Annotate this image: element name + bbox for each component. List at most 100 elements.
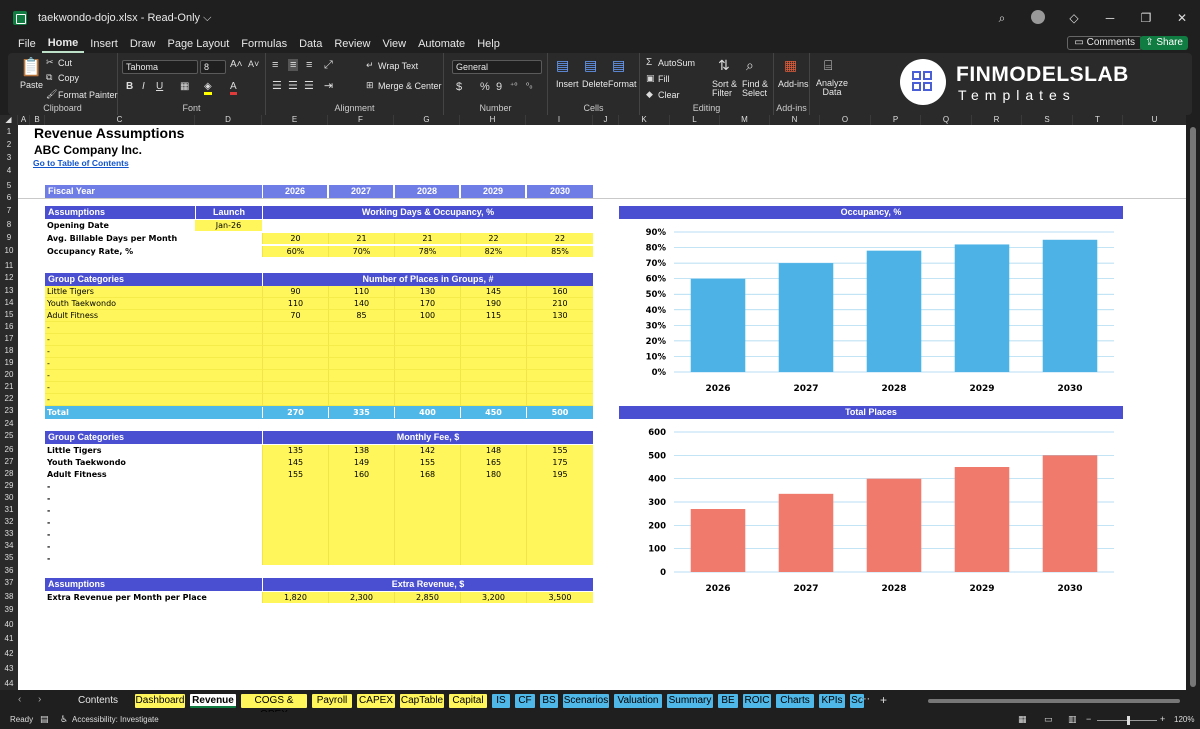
fee-cell[interactable]: 155	[394, 457, 460, 469]
fee-cell[interactable]	[394, 553, 460, 565]
find-select-button[interactable]: Find & Select	[742, 80, 772, 98]
fee-cell[interactable]: 160	[328, 469, 394, 481]
menu-page-layout[interactable]: Page Layout	[161, 36, 235, 52]
row-header[interactable]: 27	[0, 457, 18, 466]
fee-cell[interactable]	[394, 529, 460, 541]
indent-icon[interactable]: ⇥	[324, 79, 333, 92]
page-layout-view-icon[interactable]: ▭	[1044, 714, 1053, 725]
autosum-button[interactable]: AutoSum	[658, 58, 695, 68]
column-header[interactable]: S	[1022, 115, 1073, 125]
places-cell[interactable]: 100	[394, 310, 460, 322]
places-cell[interactable]	[328, 346, 394, 358]
sheet-tab-capital[interactable]: Capital	[449, 694, 487, 708]
places-cell[interactable]	[460, 358, 526, 370]
align-bottom-icon[interactable]: ≡	[306, 59, 312, 71]
fee-cell[interactable]: 180	[460, 469, 526, 481]
row-header[interactable]: 40	[0, 620, 18, 629]
places-cell[interactable]	[460, 346, 526, 358]
sheet-tab-kpis[interactable]: KPIs	[819, 694, 845, 708]
sheet-tab-revenue[interactable]: Revenue	[190, 694, 236, 708]
comma-icon[interactable]: 9	[496, 81, 502, 93]
places-cell[interactable]	[526, 322, 593, 334]
sheet-tab-roic[interactable]: ROIC	[743, 694, 771, 708]
analyze-data-button[interactable]: Analyze Data	[816, 79, 848, 97]
sheet-tab-dashboard[interactable]: Dashboard	[135, 694, 185, 708]
wrap-text-button[interactable]: Wrap Text	[378, 61, 418, 71]
fee-cell[interactable]	[526, 529, 593, 541]
extra-revenue-cell[interactable]: 1,820	[262, 592, 328, 603]
fee-cell[interactable]: 175	[526, 457, 593, 469]
addins-button[interactable]: Add-ins	[778, 79, 809, 89]
row-header[interactable]: 14	[0, 298, 18, 307]
places-cell[interactable]: 190	[460, 298, 526, 310]
places-cell[interactable]: 110	[328, 286, 394, 298]
row-header[interactable]: 41	[0, 634, 18, 643]
places-cell[interactable]	[328, 370, 394, 382]
font-size-select[interactable]: 8	[200, 60, 226, 74]
places-cell[interactable]	[394, 334, 460, 346]
column-header[interactable]: O	[820, 115, 871, 125]
zoom-slider-thumb[interactable]	[1127, 716, 1130, 725]
places-cell[interactable]: 160	[526, 286, 593, 298]
menu-help[interactable]: Help	[471, 36, 506, 52]
row-header[interactable]: 3	[0, 153, 18, 162]
fee-cell[interactable]: 148	[460, 445, 526, 457]
row-header[interactable]: 12	[0, 273, 18, 282]
row-header[interactable]: 30	[0, 493, 18, 502]
row-header[interactable]: 31	[0, 505, 18, 514]
column-header[interactable]: D	[195, 115, 262, 125]
column-header[interactable]: U	[1123, 115, 1186, 125]
column-header[interactable]: Q	[921, 115, 972, 125]
column-header[interactable]: E	[262, 115, 328, 125]
align-center-icon[interactable]: ☰	[288, 79, 298, 92]
bold-icon[interactable]: B	[126, 81, 133, 92]
row-header[interactable]: 4	[0, 166, 18, 175]
row-header[interactable]: 36	[0, 566, 18, 575]
format-cells-button[interactable]: Format	[608, 79, 637, 89]
zoom-out-icon[interactable]: −	[1086, 714, 1091, 724]
row-header[interactable]: 44	[0, 679, 18, 688]
places-cell[interactable]: 210	[526, 298, 593, 310]
billable_days-cell[interactable]: 22	[526, 233, 593, 244]
row-header[interactable]: 20	[0, 370, 18, 379]
places-cell[interactable]	[262, 346, 328, 358]
column-header[interactable]: B	[30, 115, 45, 125]
places-cell[interactable]	[328, 394, 394, 406]
places-cell[interactable]: 140	[328, 298, 394, 310]
copy-button[interactable]: Copy	[58, 73, 79, 83]
percent-icon[interactable]: %	[480, 81, 490, 93]
menu-home[interactable]: Home	[41, 35, 85, 53]
sheet-tab-charts[interactable]: Charts	[776, 694, 814, 708]
row-header[interactable]: 11	[0, 261, 18, 270]
row-header[interactable]: 10	[0, 246, 18, 255]
column-header[interactable]: K	[619, 115, 670, 125]
places-cell[interactable]	[328, 334, 394, 346]
fee-cell[interactable]	[526, 481, 593, 493]
places-cell[interactable]	[262, 370, 328, 382]
zoom-level[interactable]: 120%	[1174, 715, 1194, 724]
horizontal-scrollbar[interactable]	[928, 699, 1180, 703]
sheet-tab-scenarios[interactable]: Scenarios	[563, 694, 609, 708]
fill-color-icon[interactable]: ◈	[204, 81, 212, 95]
add-sheet-icon[interactable]: +	[880, 693, 887, 707]
currency-icon[interactable]: $	[456, 81, 462, 93]
places-cell[interactable]: 110	[262, 298, 328, 310]
fee-cell[interactable]	[526, 493, 593, 505]
sheet-tab-be[interactable]: BE	[718, 694, 738, 708]
fee-cell[interactable]	[328, 553, 394, 565]
places-cell[interactable]	[526, 370, 593, 382]
menu-review[interactable]: Review	[328, 36, 376, 52]
places-cell[interactable]	[526, 358, 593, 370]
fee-cell[interactable]: 195	[526, 469, 593, 481]
fee-cell[interactable]	[328, 481, 394, 493]
search-icon[interactable]: ⌕	[984, 11, 1020, 26]
fee-cell[interactable]: 135	[262, 445, 328, 457]
tab-scroll-right-icon[interactable]: ›	[38, 694, 41, 705]
places-cell[interactable]	[262, 334, 328, 346]
fee-cell[interactable]	[394, 493, 460, 505]
places-cell[interactable]: 90	[262, 286, 328, 298]
row-header[interactable]: 24	[0, 419, 18, 428]
row-header[interactable]: 28	[0, 469, 18, 478]
extra-revenue-cell[interactable]: 3,500	[526, 592, 593, 603]
row-header[interactable]: 7	[0, 206, 18, 215]
